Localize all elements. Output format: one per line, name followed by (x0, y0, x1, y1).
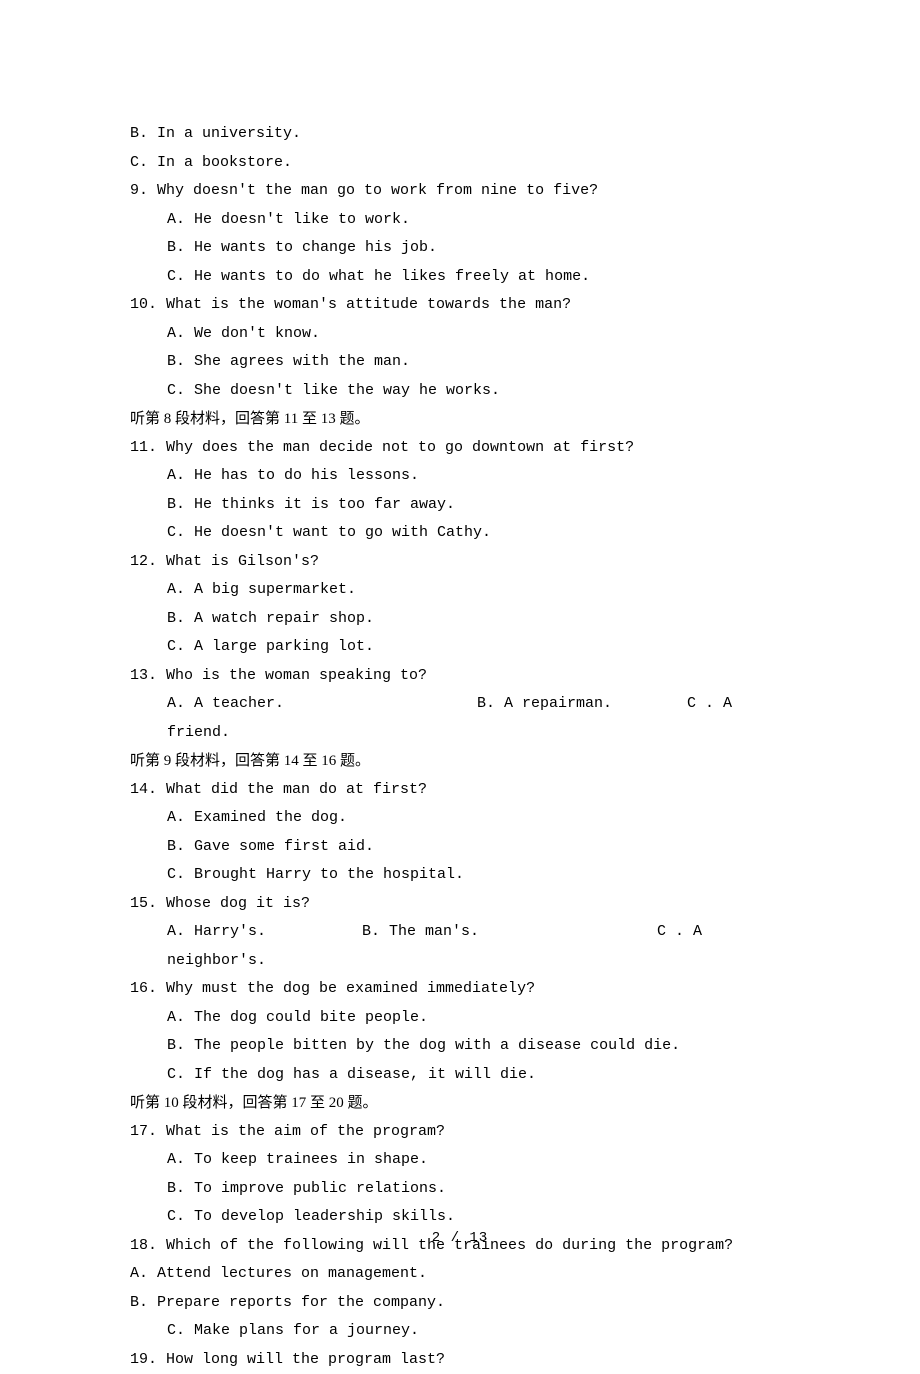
q16-option-b: B. The people bitten by the dog with a d… (130, 1032, 790, 1061)
q12-option-c: C. A large parking lot. (130, 633, 790, 662)
q18-option-c: C. Make plans for a journey. (130, 1317, 790, 1346)
q11-option-a: A. He has to do his lessons. (130, 462, 790, 491)
q11-stem: 11. Why does the man decide not to go do… (130, 434, 790, 463)
q16-stem: 16. Why must the dog be examined immedia… (130, 975, 790, 1004)
q8-option-b: B. In a university. (130, 120, 790, 149)
q12-stem: 12. What is Gilson's? (130, 548, 790, 577)
q14-option-a: A. Examined the dog. (130, 804, 790, 833)
q10-option-c: C. She doesn't like the way he works. (130, 377, 790, 406)
q13-stem: 13. Who is the woman speaking to? (130, 662, 790, 691)
q9-option-c: C. He wants to do what he likes freely a… (130, 263, 790, 292)
page-number: 2 / 13 (0, 1225, 920, 1252)
q10-option-b: B. She agrees with the man. (130, 348, 790, 377)
q15-option-a: A. Harry's. (167, 918, 362, 947)
q16-option-a: A. The dog could bite people. (130, 1004, 790, 1033)
q12-option-b: B. A watch repair shop. (130, 605, 790, 634)
q16-option-c: C. If the dog has a disease, it will die… (130, 1061, 790, 1090)
q17-stem: 17. What is the aim of the program? (130, 1118, 790, 1147)
q19-stem: 19. How long will the program last? (130, 1346, 790, 1374)
q13-option-a: A. A teacher. (167, 690, 477, 719)
q15-option-b: B. The man's. (362, 918, 657, 947)
q14-stem: 14. What did the man do at first? (130, 776, 790, 805)
q15-option-c: C . A (657, 918, 702, 947)
q12-option-a: A. A big supermarket. (130, 576, 790, 605)
section-9-instruction: 听第 9 段材料，回答第 14 至 16 题。 (130, 747, 790, 776)
q15-wrap: neighbor's. (130, 947, 790, 976)
q13-wrap: friend. (130, 719, 790, 748)
q8-option-c: C. In a bookstore. (130, 149, 790, 178)
q10-stem: 10. What is the woman's attitude towards… (130, 291, 790, 320)
section-8-instruction: 听第 8 段材料，回答第 11 至 13 题。 (130, 405, 790, 434)
q17-option-b: B. To improve public relations. (130, 1175, 790, 1204)
q17-option-a: A. To keep trainees in shape. (130, 1146, 790, 1175)
q18-option-b: B. Prepare reports for the company. (130, 1289, 790, 1318)
q18-option-a: A. Attend lectures on management. (130, 1260, 790, 1289)
q14-option-c: C. Brought Harry to the hospital. (130, 861, 790, 890)
q13-option-c: C . A (687, 690, 732, 719)
q11-option-c: C. He doesn't want to go with Cathy. (130, 519, 790, 548)
q11-option-b: B. He thinks it is too far away. (130, 491, 790, 520)
section-10-instruction: 听第 10 段材料，回答第 17 至 20 题。 (130, 1089, 790, 1118)
q9-stem: 9. Why doesn't the man go to work from n… (130, 177, 790, 206)
q13-option-b: B. A repairman. (477, 690, 687, 719)
q14-option-b: B. Gave some first aid. (130, 833, 790, 862)
q9-option-a: A. He doesn't like to work. (130, 206, 790, 235)
q9-option-b: B. He wants to change his job. (130, 234, 790, 263)
q10-option-a: A. We don't know. (130, 320, 790, 349)
q15-stem: 15. Whose dog it is? (130, 890, 790, 919)
